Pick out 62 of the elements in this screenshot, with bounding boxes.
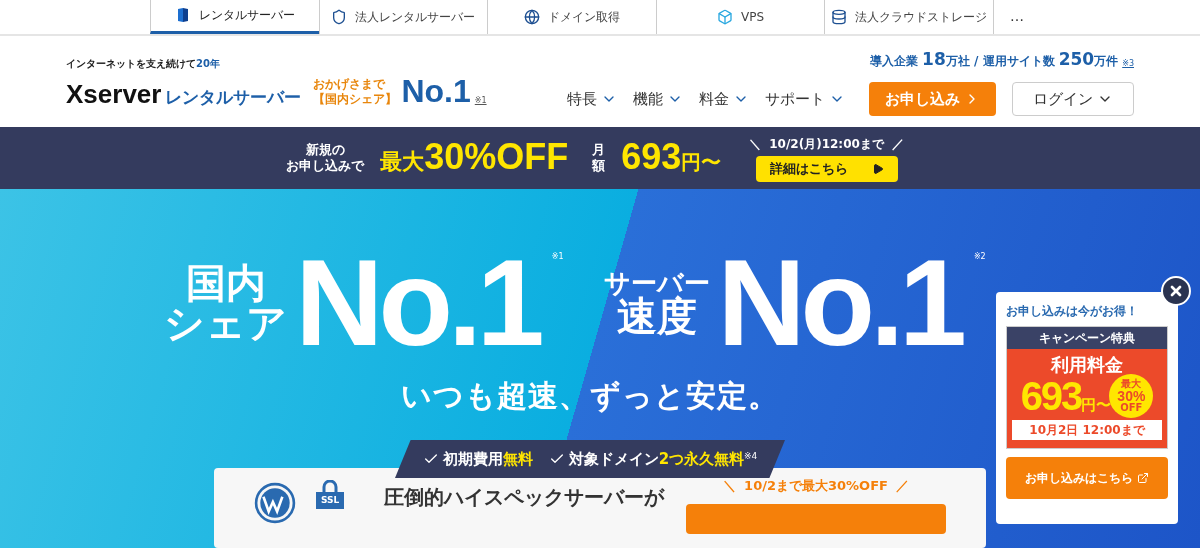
top-nav-tab[interactable]: ドメイン取得 [487,0,656,34]
play-icon [871,162,884,175]
close-icon [1168,283,1184,299]
nav-menu-item[interactable]: サポート [765,88,845,111]
banner-text: 新規の [305,141,345,159]
award-text: 【国内シェア】 [313,92,398,108]
top-nav-tab[interactable]: VPS [655,0,825,34]
banner-text: お申し込みで [286,158,365,175]
slogan: いつも超速、ずっと安定。 [401,377,779,415]
details-button[interactable]: 詳細はこちら [755,155,898,182]
feature-text: 初期費用無料 [442,448,533,470]
award-text: おかげさまで [313,77,387,92]
top-nav-tab[interactable]: 法人レンタルサーバー [318,0,488,34]
top-nav-tab[interactable]: レンタルサーバー [150,0,319,34]
banner-text: 月 [592,141,606,159]
footnote-mark: ※2 [973,251,986,263]
logo-subtitle: レンタルサーバー [165,89,302,107]
shield-icon [331,8,348,25]
slash-mark: ／ [891,135,904,153]
tagline: インターネットを支え続けて20年 [66,57,221,72]
stats-text: 導入企業 18万社 / 運用サイト数 250万件 [869,47,1119,71]
claim-label: 速度 [616,296,697,336]
ssl-badge: SSL [316,492,345,509]
top-nav-tab[interactable]: 法人クラウドストレージ [824,0,993,34]
globe-icon [524,8,540,25]
slash-mark: ＼ [723,477,737,495]
claim-number: No.1 [295,241,542,365]
slash-mark: ＼ [749,135,762,153]
slash-mark: ／ [895,477,909,495]
nav-menu-item[interactable]: 機能 [633,88,683,111]
more-menu[interactable]: … [993,0,1040,34]
discount-text: 最大30%OFF [380,138,569,178]
footnote-link[interactable]: ※3 [1122,58,1134,71]
logo[interactable]: Xserver レンタルサーバー [66,81,302,108]
banner-text: 額 [592,158,606,175]
logo-wordmark: Xserver [66,81,162,108]
price-text: 693円〜 [621,139,722,178]
nav-menu-item[interactable]: 特長 [567,88,617,111]
claim-number: No.1 [717,241,964,365]
discount-badge: 最大 30% OFF [1109,374,1154,418]
database-icon [831,8,848,25]
lock-shackle-icon [320,480,341,492]
claim-label: 国内 [185,263,266,303]
claim-label: サーバー [603,270,710,296]
popup-heading: お申し込みは今がお得！ [1006,303,1139,320]
offer-text: 10/2まで最大30%OFF [744,477,888,495]
campaign-title: キャンペーン特典 [1007,327,1167,349]
claim-label: シェア [164,303,288,343]
popup-deadline: 10月2日 12:00まで [1012,420,1162,440]
footnote-mark: ※1 [551,251,564,263]
circle-logo-icon [254,482,296,524]
cube-icon [717,8,734,25]
award-number: No.1 [401,75,471,108]
external-link-icon [1137,472,1149,484]
login-button[interactable]: ログイン [1012,82,1134,117]
fee-label: 利用料金 [1051,353,1123,377]
deadline-text: 10/2(月)12:00まで [769,135,884,153]
footnote-link[interactable]: ※1 [474,95,487,108]
nav-menu-item[interactable]: 料金 [699,88,749,111]
popup-price: 693円〜 [1020,375,1112,417]
card-title: 圧倒的ハイスペックサーバーが [384,484,665,511]
feature-text: 対象ドメイン2つ永久無料$^{※4}$ [568,448,758,470]
